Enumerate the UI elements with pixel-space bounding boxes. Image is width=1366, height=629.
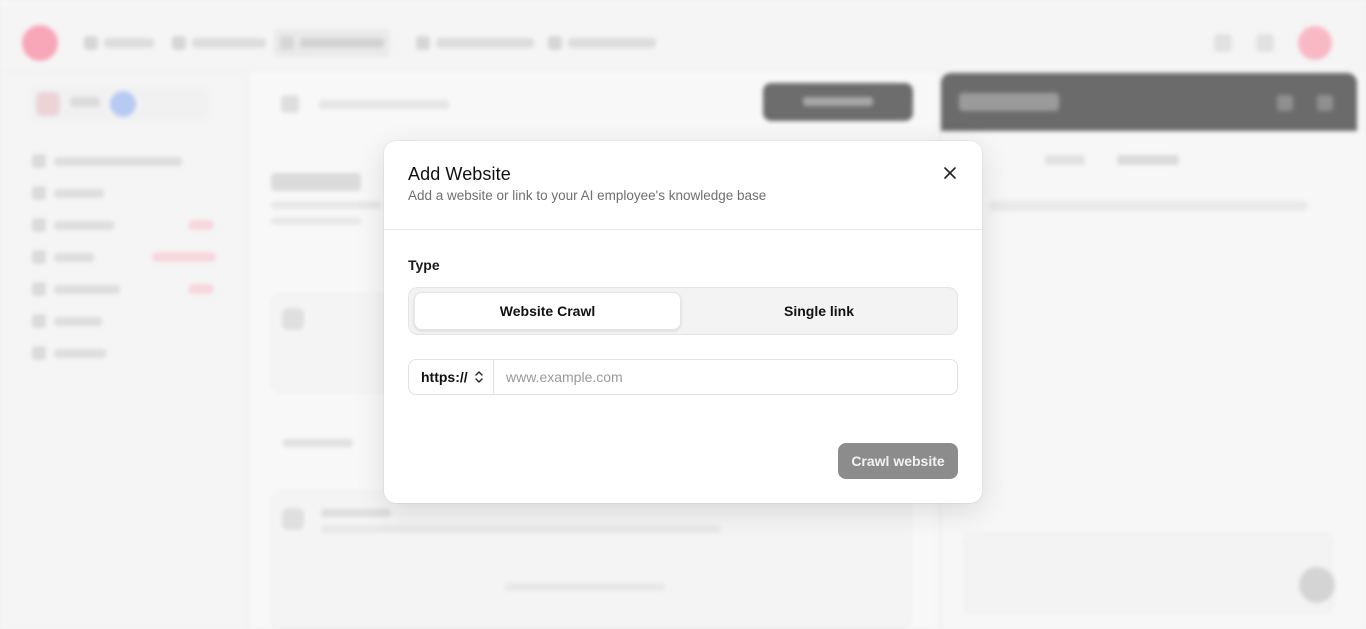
url-field: https:// [408, 359, 958, 395]
tab-website-crawl[interactable]: Website Crawl [414, 292, 681, 330]
chevron-up-down-icon [474, 371, 483, 383]
type-segmented-control: Website Crawl Single link [408, 287, 958, 335]
tab-single-link[interactable]: Single link [683, 292, 955, 330]
dialog-title: Add Website [408, 164, 511, 184]
protocol-select[interactable]: https:// [409, 360, 494, 394]
crawl-website-button[interactable]: Crawl website [838, 443, 958, 479]
close-icon [944, 167, 956, 179]
url-input[interactable] [495, 360, 957, 394]
divider [384, 229, 982, 230]
add-website-dialog: Add Website Add a website or link to you… [384, 141, 982, 503]
type-label: Type [408, 257, 440, 273]
close-button[interactable] [940, 163, 960, 183]
protocol-value: https:// [421, 369, 468, 385]
dialog-subtitle: Add a website or link to your AI employe… [408, 188, 767, 203]
